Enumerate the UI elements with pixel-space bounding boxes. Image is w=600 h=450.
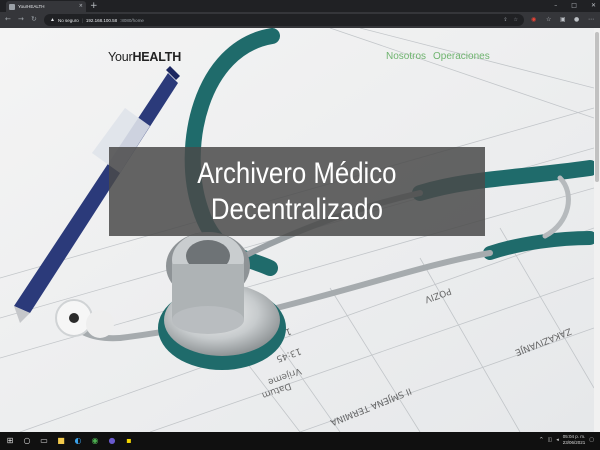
url-host: 192.168.100.58 [85, 17, 118, 23]
network-icon[interactable]: ◫ [547, 437, 552, 443]
menu-icon[interactable]: ⋯ [588, 15, 594, 24]
headline-banner: Archivero Médico Decentralizado [109, 147, 485, 236]
sticky-notes-icon[interactable]: ▪ [122, 434, 136, 448]
notifications-icon[interactable]: ▢ [589, 437, 594, 443]
back-icon[interactable]: ← [5, 15, 11, 24]
clock-date: 23/06/2021 [562, 439, 586, 445]
address-separator: | [81, 17, 83, 23]
windows-start-icon[interactable]: ⊞ [3, 434, 17, 448]
edge-icon[interactable]: ◐ [71, 434, 85, 448]
page-viewport: POZIV ZAKAZIVANJE II SMJENA TERMINA 13:4… [0, 28, 600, 432]
favicon-icon [9, 3, 15, 10]
nav-link-operaciones[interactable]: Operaciones [433, 51, 490, 62]
browser-tabstrip: YourHEALTH × + – □ ✕ [0, 0, 600, 12]
clock-time: 05:04 p. m. [562, 434, 586, 439]
hero-section: POZIV ZAKAZIVANJE II SMJENA TERMINA 13:4… [0, 28, 594, 432]
os-taskbar: ⊞ ○ ▭ ■ ◐ ◉ ● ▪ ^ ◫ ◂ 05:04 p. m. 23/06/… [0, 432, 600, 450]
scrollbar-thumb[interactable] [595, 32, 599, 182]
file-explorer-icon[interactable]: ■ [54, 434, 68, 448]
clock[interactable]: 05:04 p. m. 23/06/2021 [563, 434, 586, 445]
forward-icon[interactable]: → [18, 15, 24, 24]
headline: Archivero Médico Decentralizado [197, 156, 396, 228]
favorites-icon[interactable]: ☆ [546, 15, 551, 24]
share-icon[interactable]: ⇪ [503, 17, 507, 23]
reload-icon[interactable]: ↻ [31, 15, 37, 24]
task-view-icon[interactable]: ▭ [37, 434, 51, 448]
browser-tab[interactable]: YourHEALTH × [6, 1, 86, 12]
browser-toolbar: ← → ↻ ▲ No seguro | 192.168.100.58:8080/… [0, 12, 600, 28]
chrome-icon[interactable]: ◉ [88, 434, 102, 448]
url-path: :8080/home [120, 17, 144, 23]
star-icon[interactable]: ☆ [514, 17, 518, 23]
close-window-icon[interactable]: ✕ [591, 0, 596, 11]
nav-link-nosotros[interactable]: Nosotros [386, 51, 426, 62]
window-controls: – □ ✕ [554, 0, 596, 11]
profile-icon[interactable]: ● [574, 15, 579, 24]
maximize-icon[interactable]: □ [571, 0, 577, 11]
extension-icon[interactable]: ◉ [531, 15, 536, 24]
brand-logo-bold: HEALTH [132, 50, 182, 64]
headline-line-2: Decentralizado [210, 192, 384, 226]
new-tab-button[interactable]: + [90, 1, 98, 11]
address-actions: ⇪ ☆ [503, 17, 518, 23]
brand-logo-regular: Your [108, 50, 133, 64]
minimize-icon[interactable]: – [554, 0, 557, 11]
app-icon[interactable]: ● [105, 434, 119, 448]
page-scrollbar[interactable] [594, 28, 600, 432]
chevron-up-icon[interactable]: ^ [539, 437, 543, 443]
tab-title: YourHEALTH [18, 4, 45, 9]
security-label[interactable]: No seguro [58, 18, 79, 23]
system-tray: ^ ◫ ◂ 05:04 p. m. 23/06/2021 ▢ [539, 434, 594, 445]
search-icon[interactable]: ○ [20, 434, 34, 448]
headline-line-1: Archivero Médico [197, 156, 397, 190]
volume-icon[interactable]: ◂ [556, 437, 559, 443]
brand-logo[interactable]: YourHEALTH [108, 50, 181, 64]
collections-icon[interactable]: ▣ [560, 15, 566, 24]
address-bar[interactable]: ▲ No seguro | 192.168.100.58:8080/home ⇪… [44, 14, 524, 26]
warning-icon[interactable]: ▲ [50, 17, 55, 23]
main-nav: Nosotros Operaciones [386, 51, 490, 62]
close-tab-icon[interactable]: × [79, 4, 83, 9]
